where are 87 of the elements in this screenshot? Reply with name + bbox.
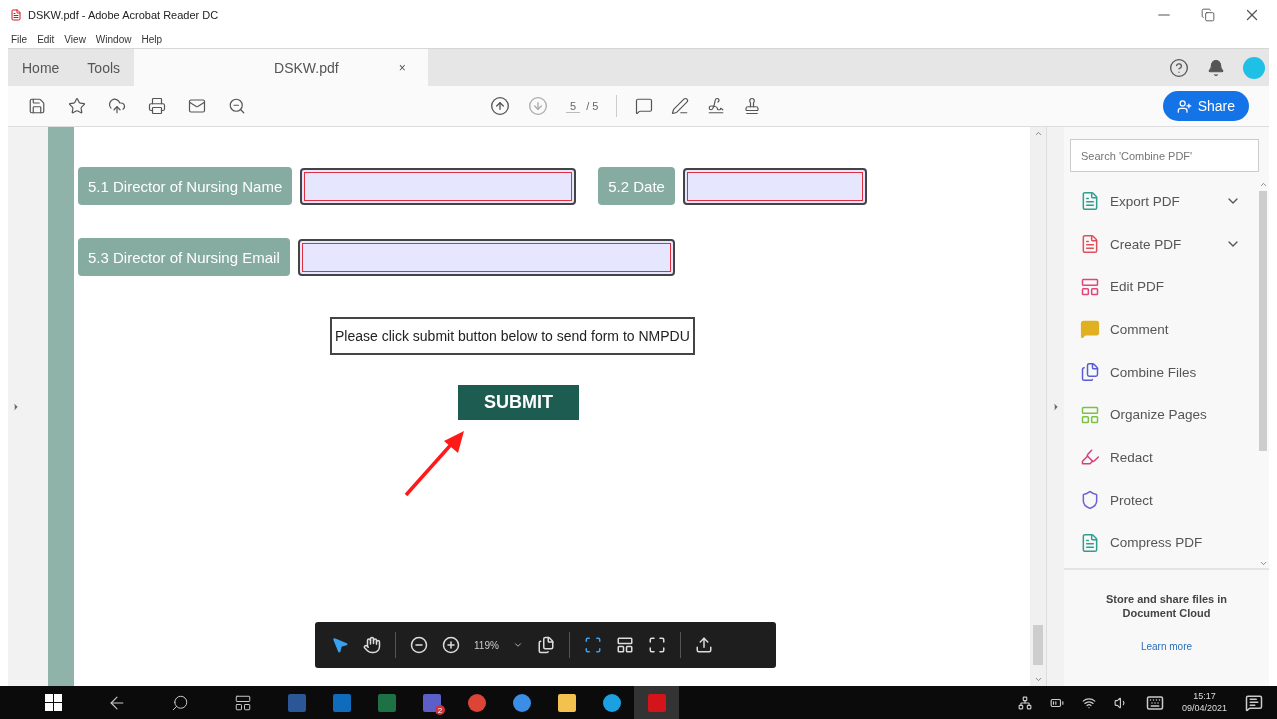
upload-icon[interactable] [108,97,126,115]
tab[interactable]: Home [8,49,74,86]
tool-item[interactable]: Export PDF [1080,180,1257,223]
page-number-field[interactable]: 5 [566,99,581,113]
expand-panel-icon[interactable] [11,401,21,412]
tab[interactable]: Tools [73,49,135,86]
folder-icon[interactable] [557,693,576,712]
clock-time[interactable]: 15:17 [1193,690,1216,703]
menu-item[interactable]: Help [141,33,162,45]
pen-icon[interactable] [671,97,690,115]
close-tab-button[interactable]: × [398,60,406,75]
menu-item[interactable]: File [11,33,28,45]
input-field[interactable] [300,167,577,205]
tab[interactable]: DSKW.pdf × [134,49,428,86]
save-icon[interactable] [28,97,46,115]
pdf-icon [10,9,22,21]
pages-icon[interactable] [536,636,555,654]
mail-app-icon[interactable] [332,693,351,712]
tool-item[interactable]: Create PDF [1080,222,1257,266]
input-field[interactable] [297,238,675,276]
instruction-note: Please click submit button below to send form to NMPDU [330,317,695,355]
pointer-icon[interactable] [331,636,349,654]
task-view-icon[interactable] [233,693,252,712]
zoom-in-icon[interactable] [442,636,460,654]
tool-item[interactable]: Compress PDF [1080,521,1257,565]
scroll-up-icon[interactable] [1033,129,1043,138]
field-label: 5.2 Date [598,167,675,205]
scrollbar[interactable] [1030,127,1046,686]
add-user-icon [1176,98,1192,114]
print-icon[interactable] [148,97,166,115]
fit-page-icon[interactable] [583,636,602,654]
browser-icon[interactable] [467,693,486,712]
document-app-icon[interactable] [287,693,306,712]
comment-icon[interactable] [635,97,654,115]
submit-button[interactable]: SUBMIT [458,385,579,420]
scrollbar[interactable] [1257,180,1269,568]
scroll-up-icon[interactable] [1258,180,1268,189]
menu-item[interactable]: Window [95,33,132,45]
notification-badge: 2 [435,705,445,715]
star-icon[interactable] [68,97,86,115]
scroll-thumb[interactable] [1259,191,1267,451]
promo-text: Store and share files in Document Cloud [1104,592,1228,621]
network-icon[interactable] [1017,695,1032,710]
tool-item[interactable]: Organize Pages [1080,393,1257,437]
hand-icon[interactable] [363,636,381,654]
spreadsheet-app-icon[interactable] [377,693,396,712]
field-label: 5.3 Director of Nursing Email [78,238,290,276]
mail-icon[interactable] [188,97,206,115]
share-button[interactable]: Share [1162,91,1249,121]
menu-item[interactable]: View [64,33,86,45]
menu-item[interactable]: Edit [37,33,55,45]
clock-date[interactable]: 09/04/2021 [1181,702,1227,715]
input-field[interactable] [682,167,867,205]
scroll-down-icon[interactable] [1258,559,1268,568]
previous-page-icon[interactable] [490,96,510,116]
full-screen-icon[interactable] [647,636,666,654]
wifi-icon[interactable] [1081,695,1096,710]
field-label: 5.1 Director of Nursing Name [78,167,293,205]
signature-icon[interactable] [707,97,726,115]
zoom-out-icon[interactable] [228,97,246,115]
tool-item[interactable]: Comment [1080,308,1257,351]
scroll-down-icon[interactable] [1033,675,1043,684]
zoom-out-icon[interactable] [410,636,428,654]
tool-item[interactable]: Redact [1080,436,1257,479]
bell-icon[interactable] [1207,58,1225,77]
help-icon[interactable] [1169,57,1189,78]
search-field[interactable]: Search 'Combine PDF' [1070,139,1259,172]
learn-more-link[interactable]: Learn more [1140,640,1193,652]
tool-item[interactable]: Protect [1080,478,1257,522]
chat-app-icon[interactable] [422,693,441,712]
page-view-icon[interactable] [615,636,634,654]
zoom-level[interactable]: 119% [474,639,499,651]
stamp-icon[interactable] [743,97,762,115]
keyboard-icon[interactable] [1145,693,1164,712]
scroll-thumb[interactable] [1033,625,1043,665]
window-title: DSKW.pdf - Adobe Acrobat Reader DC [28,9,219,21]
search-icon[interactable] [170,693,189,712]
page-total: / 5 [586,100,599,112]
tool-item[interactable]: Edit PDF [1080,265,1257,309]
caret-icon[interactable] [512,640,523,650]
tool-item[interactable]: Combine Files [1080,350,1257,394]
export-icon[interactable] [694,636,713,654]
windows-logo-icon[interactable] [45,694,62,711]
restore-button[interactable] [1201,8,1215,22]
notification-icon[interactable] [1245,693,1263,712]
browser-icon[interactable] [602,693,621,712]
browser-icon[interactable] [512,693,531,712]
